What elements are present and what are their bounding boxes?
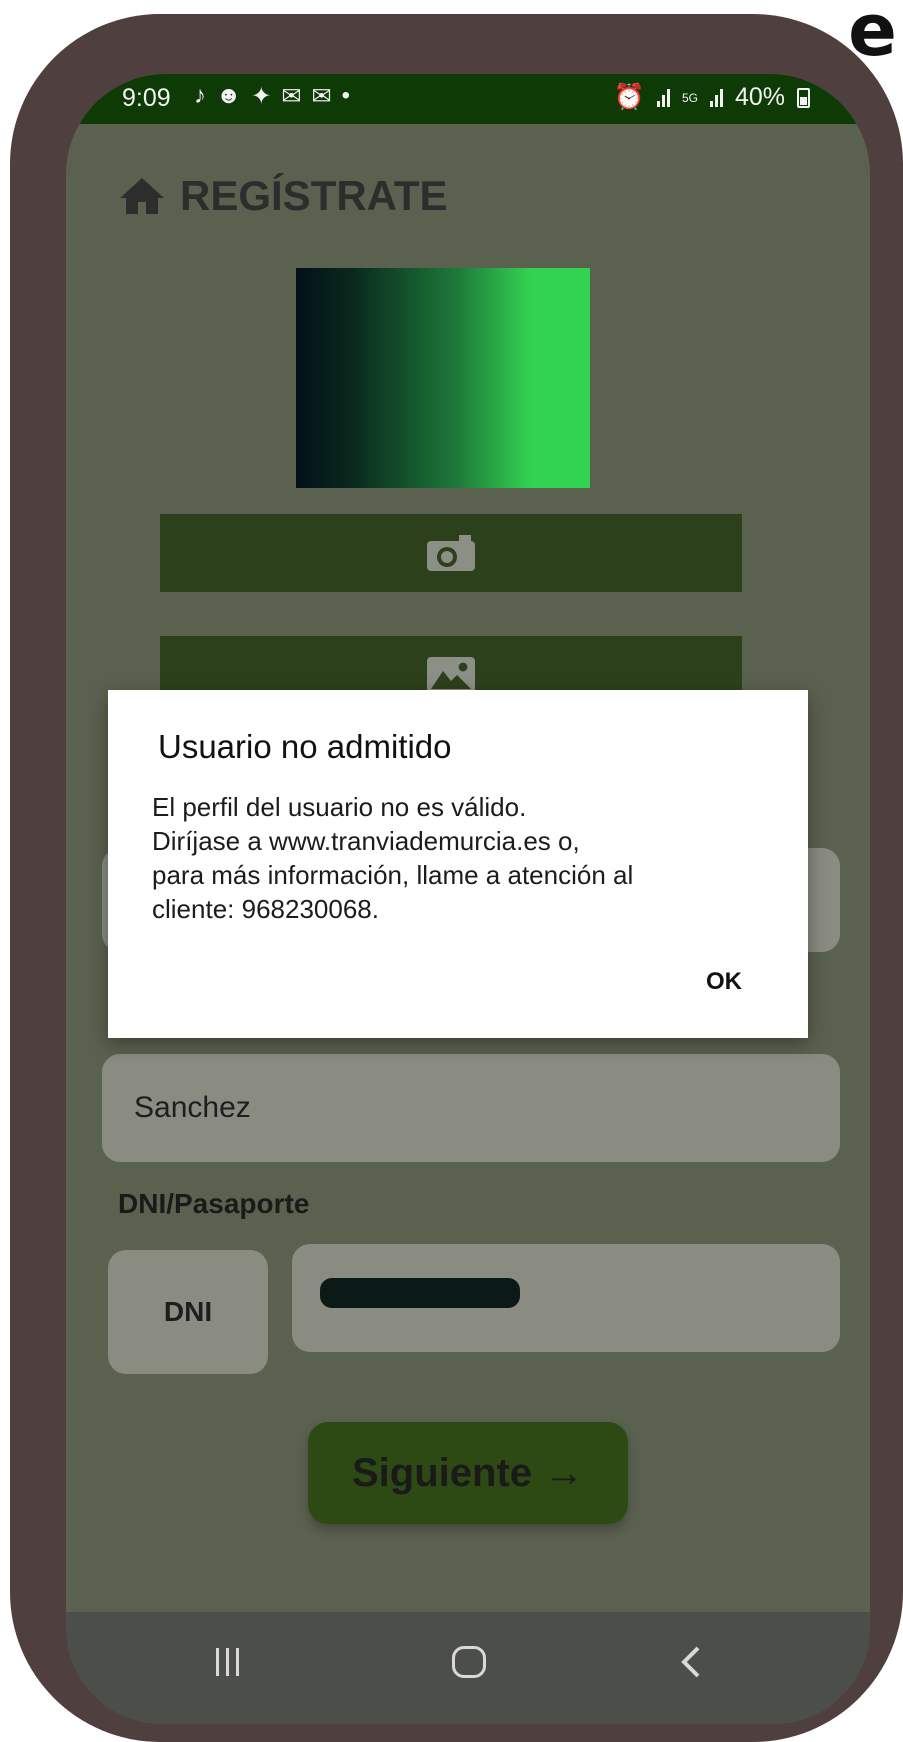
notification-icons: ♪ ☻ ✦ ✉ ✉ • [194,82,350,111]
home-icon[interactable] [118,176,166,216]
back-icon[interactable] [678,1644,702,1680]
system-nav-bar [66,1612,870,1724]
dialog-title: Usuario no admitido [158,728,452,765]
mail-icon: ✉ [281,83,302,110]
battery-percent: 40% [734,83,785,111]
dialog-message-line: cliente: 968230068. [152,894,379,924]
ok-button[interactable]: OK [706,968,742,996]
signal-icon-2 [709,88,723,107]
page-title: REGÍSTRATE [180,172,448,219]
surname-value: Sanchez [134,1091,251,1124]
twitter-icon: ✦ [251,83,272,110]
status-bar: 9:09 ♪ ☻ ✦ ✉ ✉ • ⏰ 5G 40% [66,74,870,124]
document-label: DNI/Pasaporte [118,1188,310,1219]
battery-icon [797,87,810,108]
dialog-message: El perfil del usuario no es válido. Dirí… [152,790,772,926]
recents-icon[interactable] [216,1648,239,1676]
network-type: 5G [681,90,698,105]
alarm-icon: ⏰ [613,83,645,111]
next-button-label: Siguiente [351,1450,533,1495]
app-icon: ☻ [216,82,242,109]
redacted-document-number [320,1278,520,1308]
dialog-message-line: para más información, llame a atención a… [152,860,634,890]
mail-icon-2: ✉ [311,83,332,110]
take-photo-button[interactable] [160,514,742,592]
profile-photo-preview [296,268,590,488]
next-button[interactable]: Siguiente → [308,1422,628,1524]
image-icon [427,657,475,693]
dialog-message-line: El perfil del usuario no es válido. [152,792,527,822]
camera-icon [427,535,475,571]
dot-icon: • [341,82,350,109]
arrow-right-icon: → [544,1450,585,1495]
document-type-value: DNI [163,1296,213,1327]
page-header: REGÍSTRATE [118,172,448,220]
home-nav-icon[interactable] [452,1646,486,1678]
status-right: ⏰ 5G 40% [614,83,810,112]
tiktok-icon: ♪ [194,82,206,109]
document-number-input[interactable] [292,1244,840,1352]
dialog-message-line: Diríjase a www.tranviademurcia.es o, [152,826,580,856]
surname-input[interactable]: Sanchez [102,1054,840,1162]
alert-dialog: Usuario no admitido El perfil del usuari… [108,690,808,1038]
status-time: 9:09 [122,84,171,112]
document-type-select[interactable]: DNI [108,1250,268,1374]
signal-icon [656,88,670,107]
